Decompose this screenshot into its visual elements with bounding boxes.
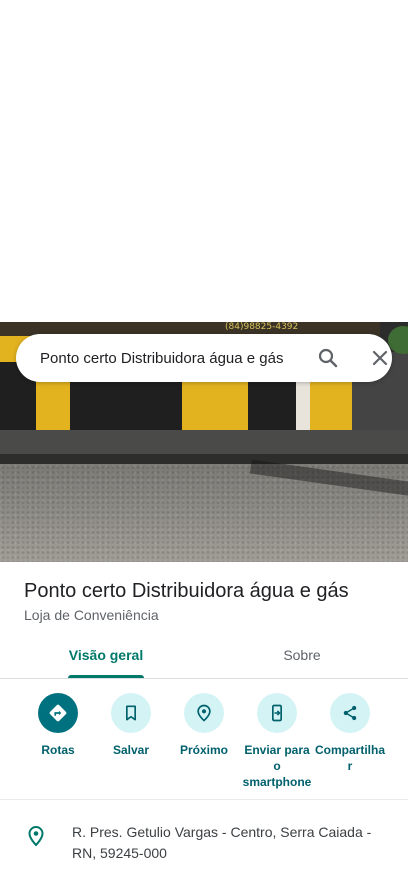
search-bar[interactable]	[16, 334, 392, 382]
address-row[interactable]: R. Pres. Getulio Vargas - Centro, Serra …	[0, 812, 408, 872]
close-icon[interactable]	[368, 346, 392, 370]
share-label: Compartilhar	[314, 743, 385, 773]
location-pin-icon	[24, 824, 48, 848]
place-tabs: Visão geral Sobre	[0, 632, 408, 679]
curb	[0, 454, 408, 464]
send-to-phone-button[interactable]: Enviar para o smartphone	[239, 690, 315, 790]
share-button[interactable]: Compartilhar	[312, 690, 388, 774]
search-input[interactable]	[40, 348, 304, 368]
blank-map-area	[0, 0, 408, 322]
place-category[interactable]: Loja de Conveniência	[24, 607, 159, 623]
nearby-icon	[184, 693, 224, 733]
address-text: R. Pres. Getulio Vargas - Centro, Serra …	[72, 824, 372, 861]
action-buttons: Rotas Salvar Próximo Enviar para o smart…	[0, 690, 408, 800]
search-icon[interactable]	[316, 346, 340, 370]
save-label: Salvar	[112, 743, 150, 757]
tab-selected-indicator	[68, 675, 144, 678]
nearby-button[interactable]: Próximo	[166, 690, 242, 758]
nearby-label: Próximo	[179, 743, 228, 757]
directions-icon	[38, 693, 78, 733]
store-sign-text: (84)98825-4392	[225, 322, 299, 332]
bookmark-icon	[111, 693, 151, 733]
directions-button[interactable]: Rotas	[20, 690, 96, 758]
share-icon	[330, 693, 370, 733]
tab-overview[interactable]: Visão geral	[52, 632, 160, 678]
send-to-phone-icon	[257, 693, 297, 733]
divider	[0, 799, 408, 800]
directions-label: Rotas	[41, 743, 75, 757]
tab-about[interactable]: Sobre	[248, 632, 356, 678]
send-to-phone-label: Enviar para o smartphone	[242, 743, 312, 789]
place-title: Ponto certo Distribuidora água e gás	[24, 580, 349, 602]
save-button[interactable]: Salvar	[93, 690, 169, 758]
